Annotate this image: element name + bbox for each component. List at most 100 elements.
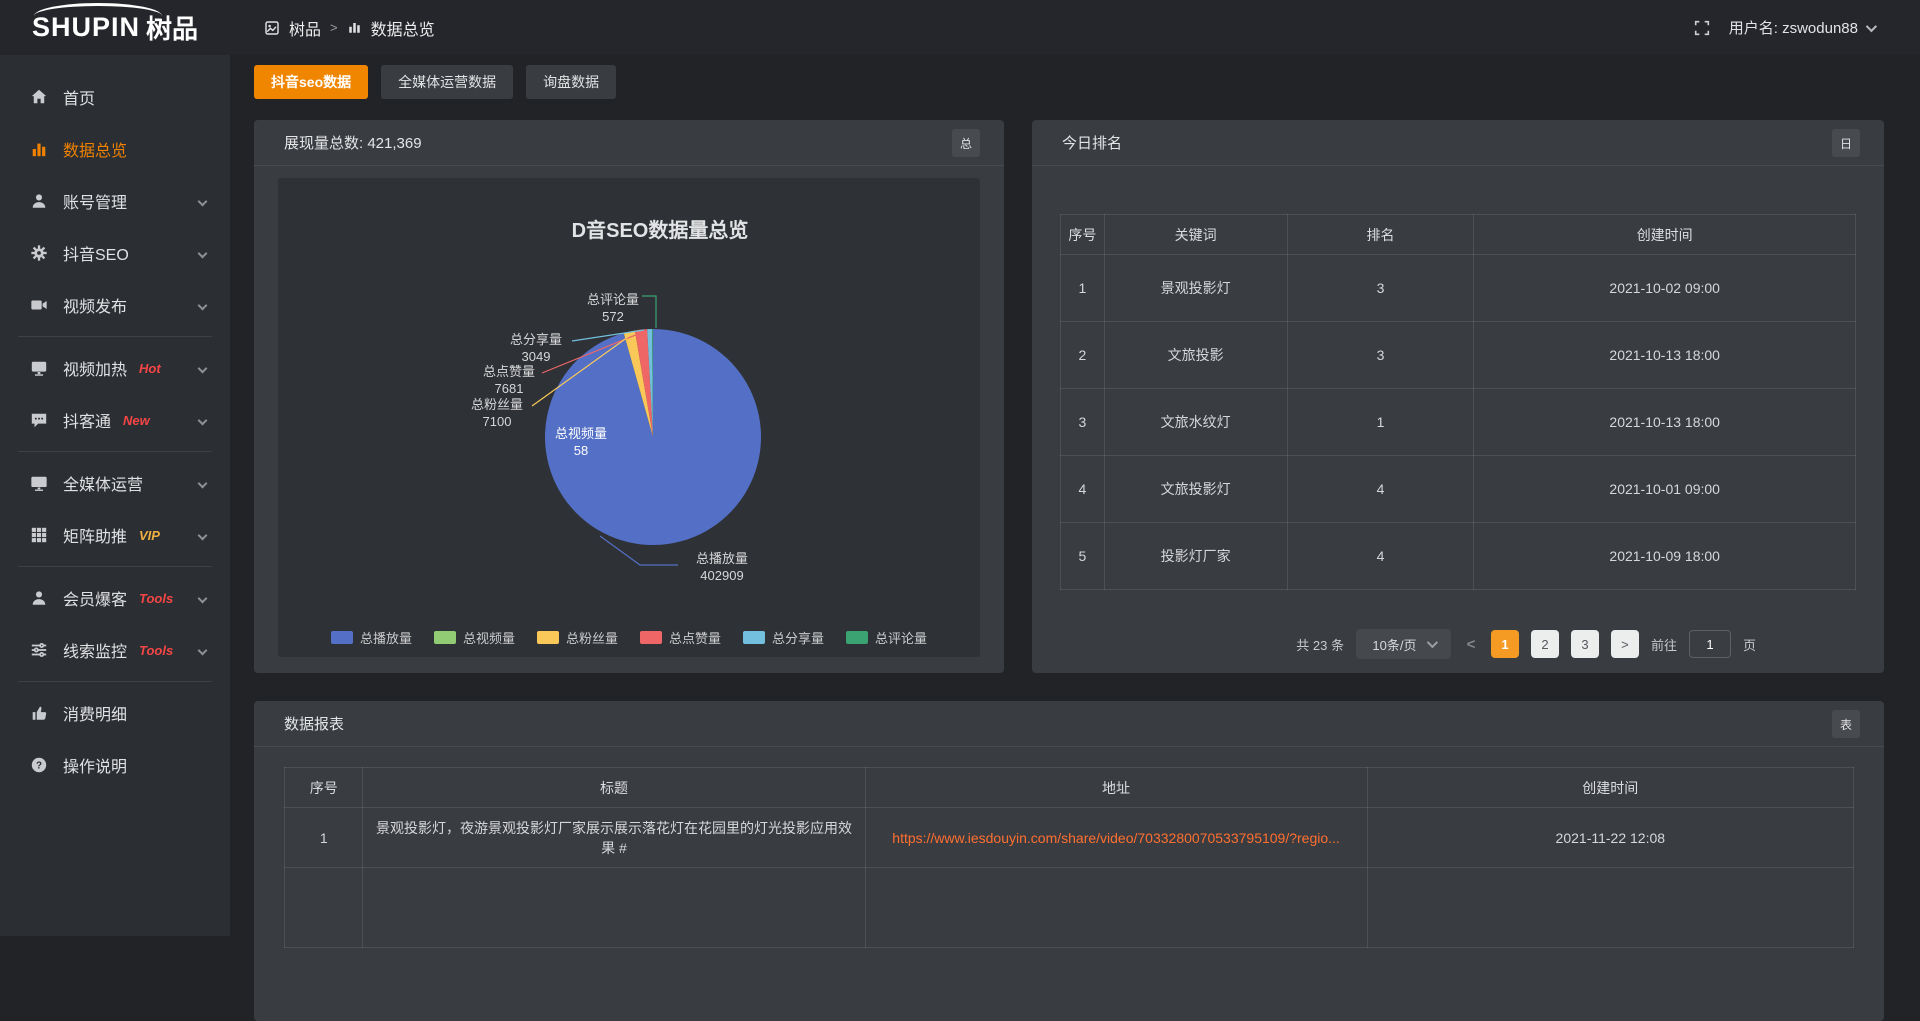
brand-logo: SHUPIN 树品 — [0, 0, 230, 55]
sidebar-item-account[interactable]: 账号管理 — [0, 175, 230, 227]
breadcrumb-item-current[interactable]: 数据总览 — [371, 16, 435, 40]
pie-label-video: 总视频量58 — [555, 425, 607, 459]
menu-badge-tools: Tools — [139, 643, 173, 658]
sidebar-item-media-operation[interactable]: 全媒体运营 — [0, 457, 230, 509]
tab-inquiry-data[interactable]: 询盘数据 — [526, 65, 616, 99]
chevron-down-icon — [1866, 20, 1877, 31]
sidebar-item-help[interactable]: ? 操作说明 — [0, 739, 230, 791]
chevron-down-icon — [198, 645, 208, 655]
breadcrumb-separator: > — [330, 20, 338, 35]
sidebar-item-consume-detail[interactable]: 消费明细 — [0, 687, 230, 739]
tab-media-operation-data[interactable]: 全媒体运营数据 — [381, 65, 513, 99]
sidebar: 首页 数据总览 账号管理 抖音SEO 视频发布 视频加热 Hot 抖客通 New… — [0, 55, 230, 936]
legend-swatch — [743, 631, 765, 644]
chevron-down-icon — [198, 530, 208, 540]
sidebar-item-data-overview[interactable]: 数据总览 — [0, 123, 230, 175]
member-icon — [30, 589, 48, 607]
pagination-total: 共 23 条 — [1296, 635, 1344, 654]
report-table: 序号 标题 地址 创建时间 1 景观投影灯，夜游景观投影灯厂家展示展示落花灯在花… — [284, 767, 1854, 948]
legend-item-comment[interactable]: 总评论量 — [846, 628, 927, 647]
chevron-down-icon — [198, 300, 208, 310]
fullscreen-icon[interactable] — [1693, 19, 1711, 37]
sidebar-divider — [18, 451, 212, 452]
gear-icon — [30, 244, 48, 262]
sidebar-divider — [18, 681, 212, 682]
home-icon — [30, 88, 48, 106]
video-camera-icon — [30, 296, 48, 314]
legend-item-video[interactable]: 总视频量 — [434, 628, 515, 647]
legend-swatch — [331, 631, 353, 644]
report-badge-table[interactable]: 表 — [1832, 710, 1860, 738]
thumbs-up-icon — [30, 704, 48, 722]
sidebar-item-matrix-boost[interactable]: 矩阵助推 VIP — [0, 509, 230, 561]
chart-legend: 总播放量 总视频量 总粉丝量 总点赞量 总分享量 总评论量 — [278, 628, 980, 647]
question-circle-icon: ? — [30, 756, 48, 774]
goto-suffix: 页 — [1743, 635, 1756, 654]
chart-title: D音SEO数据量总览 — [572, 214, 749, 243]
data-tabs: 抖音seo数据 全媒体运营数据 询盘数据 — [254, 65, 616, 99]
report-video-link[interactable]: https://www.iesdouyin.com/share/video/70… — [874, 830, 1359, 846]
sidebar-item-douyin-seo[interactable]: 抖音SEO — [0, 227, 230, 279]
pie-label-fans: 总粉丝量7100 — [471, 396, 523, 430]
next-page-button[interactable]: > — [1611, 630, 1639, 658]
menu-badge-vip: VIP — [139, 528, 160, 543]
monitor-icon — [30, 359, 48, 377]
breadcrumb-home-icon — [264, 20, 280, 36]
sidebar-item-home[interactable]: 首页 — [0, 71, 230, 123]
report-table-header: 序号 标题 地址 创建时间 — [285, 768, 1854, 808]
table-row: 1 景观投影灯，夜游景观投影灯厂家展示展示落花灯在花园里的灯光投影应用效果 # … — [285, 808, 1854, 868]
legend-item-fans[interactable]: 总粉丝量 — [537, 628, 618, 647]
chevron-down-icon — [198, 415, 208, 425]
page-button-2[interactable]: 2 — [1531, 630, 1559, 658]
pie-chart: D音SEO数据量总览 总评论量572 总分享量3049 总点赞量7681 总粉丝… — [278, 178, 980, 657]
report-card-title: 数据报表 — [284, 713, 344, 734]
user-icon — [30, 192, 48, 210]
tab-douyin-seo-data[interactable]: 抖音seo数据 — [254, 65, 368, 99]
legend-item-share[interactable]: 总分享量 — [743, 628, 824, 647]
data-report-card: 数据报表 表 序号 标题 地址 创建时间 1 景观投影灯，夜游景观投影灯厂家展示… — [254, 701, 1884, 1021]
legend-item-play[interactable]: 总播放量 — [331, 628, 412, 647]
table-row: 2文旅投影32021-10-13 18:00 — [1061, 322, 1856, 389]
grid-icon — [30, 526, 48, 544]
table-row: 5投影灯厂家42021-10-09 18:00 — [1061, 523, 1856, 590]
legend-swatch — [846, 631, 868, 644]
breadcrumb-chart-icon — [347, 20, 362, 35]
breadcrumb-item[interactable]: 树品 — [289, 16, 321, 40]
screen-icon — [30, 474, 48, 492]
sidebar-divider — [18, 336, 212, 337]
page-button-3[interactable]: 3 — [1571, 630, 1599, 658]
sidebar-item-clue-monitor[interactable]: 线索监控 Tools — [0, 624, 230, 676]
sidebar-item-video-heat[interactable]: 视频加热 Hot — [0, 342, 230, 394]
goto-page-input[interactable] — [1689, 630, 1731, 658]
page-button-1[interactable]: 1 — [1491, 630, 1519, 658]
leader-line-comment — [642, 296, 656, 328]
sidebar-item-doukertong[interactable]: 抖客通 New — [0, 394, 230, 446]
page-size-select[interactable]: 10条/页 — [1356, 629, 1451, 659]
overview-card-title: 展现量总数: 421,369 — [284, 132, 422, 153]
menu-badge-new: New — [123, 413, 150, 428]
chevron-down-icon — [198, 248, 208, 258]
today-rank-card: 今日排名 日 序号 关键词 排名 创建时间 1景观投影灯32021-10-02 … — [1032, 120, 1884, 673]
rank-table-header: 序号 关键词 排名 创建时间 — [1061, 215, 1856, 255]
legend-swatch — [640, 631, 662, 644]
user-menu[interactable]: 用户名: zswodun88 — [1729, 17, 1874, 38]
sidebar-item-member-burst[interactable]: 会员爆客 Tools — [0, 572, 230, 624]
sliders-icon — [30, 641, 48, 659]
overview-badge-total[interactable]: 总 — [952, 129, 980, 157]
logo-arc — [34, 3, 162, 29]
chevron-down-icon — [198, 593, 208, 603]
chevron-down-icon — [198, 363, 208, 373]
sidebar-item-video-publish[interactable]: 视频发布 — [0, 279, 230, 331]
chevron-down-icon — [198, 196, 208, 206]
rank-card-title: 今日排名 — [1062, 132, 1122, 153]
sidebar-divider — [18, 566, 212, 567]
chevron-down-icon — [198, 478, 208, 488]
username-label: 用户名: zswodun88 — [1729, 17, 1858, 38]
prev-page-button[interactable]: < — [1463, 636, 1479, 653]
table-row: 3文旅水纹灯12021-10-13 18:00 — [1061, 389, 1856, 456]
pie-label-comment: 总评论量572 — [587, 291, 639, 325]
breadcrumb: 树品 > 数据总览 — [264, 0, 435, 55]
legend-item-like[interactable]: 总点赞量 — [640, 628, 721, 647]
rank-badge-day[interactable]: 日 — [1832, 129, 1860, 157]
rank-table: 序号 关键词 排名 创建时间 1景观投影灯32021-10-02 09:00 2… — [1060, 214, 1856, 590]
